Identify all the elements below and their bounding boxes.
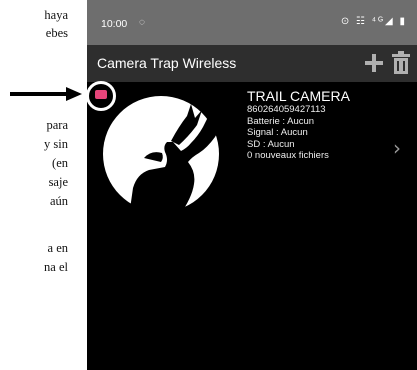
- app-title: Camera Trap Wireless: [97, 55, 237, 71]
- trash-icon: [392, 51, 410, 74]
- signal-dot-icon: ◌: [139, 17, 145, 28]
- camera-new-files: 0 nouveaux fichiers: [247, 150, 329, 161]
- camera-id: 860264059427113: [247, 104, 326, 115]
- document-line: a en: [47, 241, 68, 255]
- document-line: para: [46, 118, 68, 132]
- camera-name: TRAIL CAMERA: [247, 88, 350, 104]
- document-line: na el: [44, 260, 68, 274]
- camera-info: TRAIL CAMERA 860264059427113 Batterie : …: [247, 88, 350, 162]
- delete-camera-button[interactable]: [391, 51, 411, 75]
- document-line: y sin: [44, 137, 68, 151]
- camera-list-item[interactable]: TRAIL CAMERA 860264059427113 Batterie : …: [87, 81, 417, 216]
- document-text-column: haya ebes para y sin (en saje aún a en n…: [0, 0, 80, 370]
- camera-list: TRAIL CAMERA 860264059427113 Batterie : …: [87, 81, 417, 370]
- app-bar: Camera Trap Wireless: [87, 45, 417, 82]
- document-line: haya: [44, 8, 68, 22]
- add-camera-button[interactable]: [363, 52, 385, 74]
- document-line: aún: [49, 194, 68, 208]
- document-line: ebes: [45, 26, 68, 40]
- camera-battery: Batterie : Aucun: [247, 115, 315, 127]
- deer-head-logo: [103, 96, 223, 216]
- status-bar: 10:00 ◌ ⊙ ☷ ⁴ᴳ◢ ▮: [87, 0, 417, 45]
- status-time: 10:00: [101, 18, 128, 30]
- phone-screen: 10:00 ◌ ⊙ ☷ ⁴ᴳ◢ ▮ Camera Trap Wireless T…: [87, 0, 417, 370]
- annotation-arrow-icon: [10, 87, 82, 101]
- status-icons: ⊙ ☷ ⁴ᴳ◢ ▮: [340, 16, 407, 27]
- camera-sd: SD : Aucun: [247, 138, 295, 150]
- document-line: saje: [48, 175, 68, 189]
- camera-signal: Signal : Aucun: [247, 127, 308, 138]
- chevron-right-icon: ›: [393, 136, 401, 160]
- document-line: (en: [52, 156, 68, 170]
